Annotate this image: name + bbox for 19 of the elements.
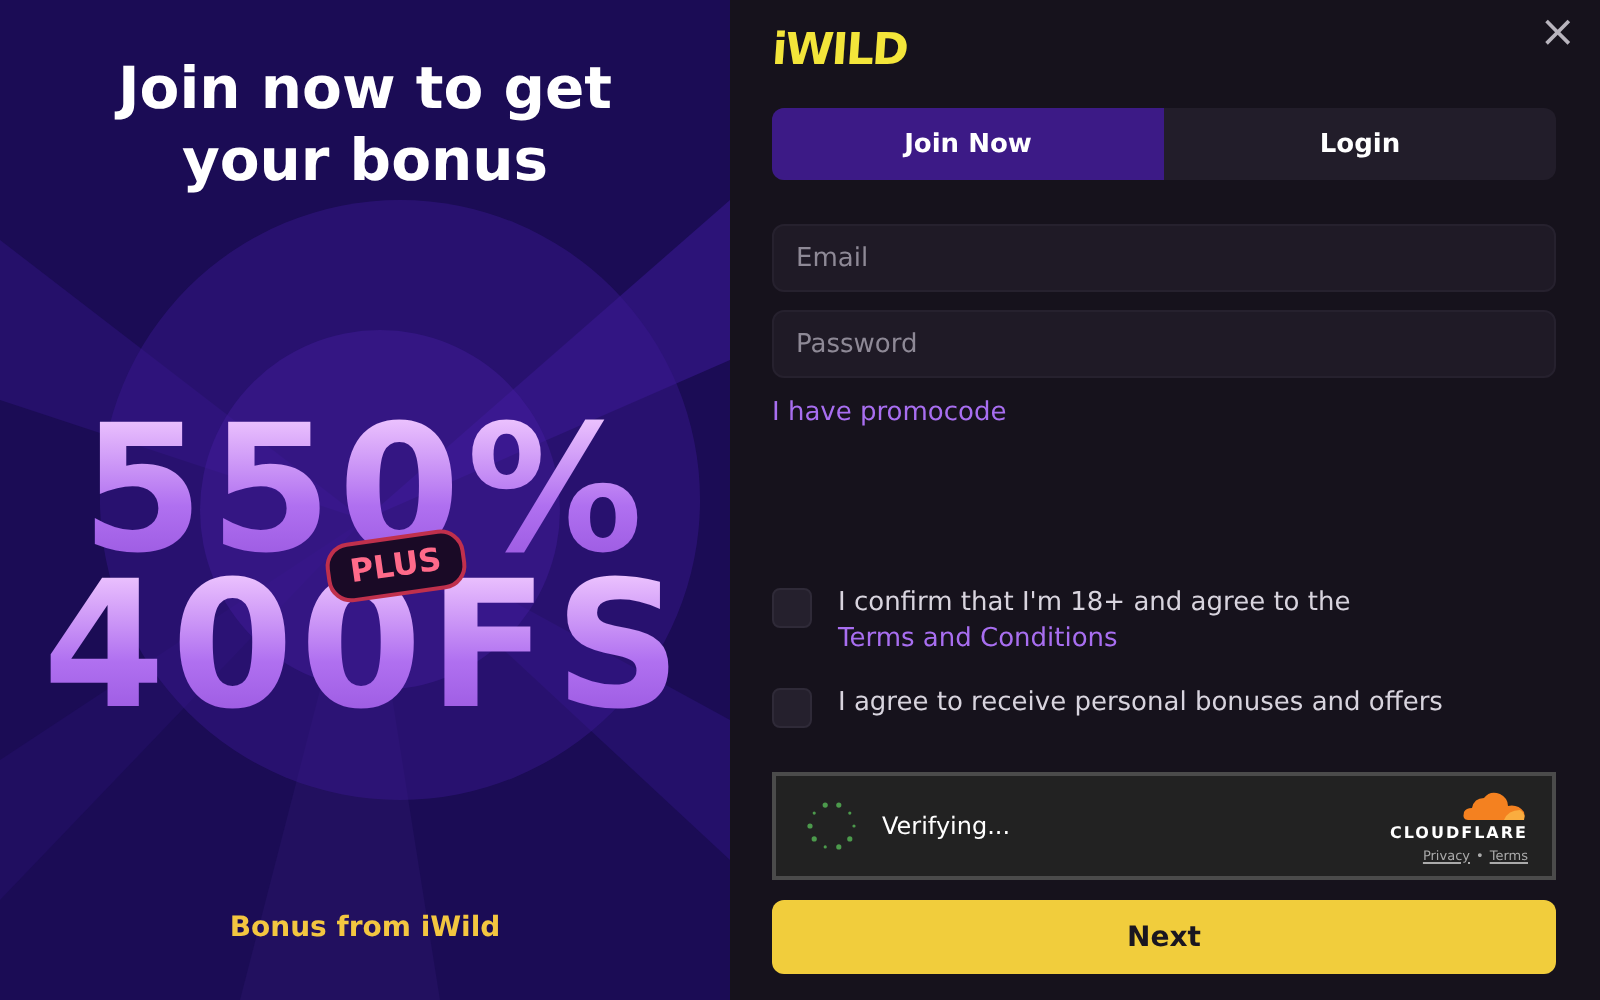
brand-logo: iWILD xyxy=(770,24,909,80)
promo-headline: Join now to get your bonus xyxy=(112,52,615,196)
input-field[interactable]: Password xyxy=(772,310,1556,378)
input-field[interactable]: Email xyxy=(772,224,1556,292)
loading-spinner-icon xyxy=(804,798,860,854)
tab[interactable]: Login xyxy=(1164,108,1556,180)
cloud-icon xyxy=(1460,789,1528,821)
next-button[interactable]: Next xyxy=(772,900,1556,974)
consent-text: I confirm that I'm 18+ and agree to the Terms and Conditions xyxy=(838,586,1353,658)
checkbox[interactable] xyxy=(772,688,812,728)
close-button[interactable]: × xyxy=(1535,8,1580,60)
terms-link[interactable]: Terms and Conditions xyxy=(838,624,1118,654)
captcha-brand: CLOUDFLARE xyxy=(1390,823,1528,841)
checkbox[interactable] xyxy=(772,588,812,628)
consent-text: I agree to receive personal bonuses and offers xyxy=(838,686,1443,722)
tab[interactable]: Join Now xyxy=(772,108,1164,180)
bonus-caption: Bonus from iWild xyxy=(229,912,501,944)
captcha-status: Verifying... xyxy=(882,812,1011,840)
promocode-link[interactable]: I have promocode xyxy=(772,398,1007,428)
